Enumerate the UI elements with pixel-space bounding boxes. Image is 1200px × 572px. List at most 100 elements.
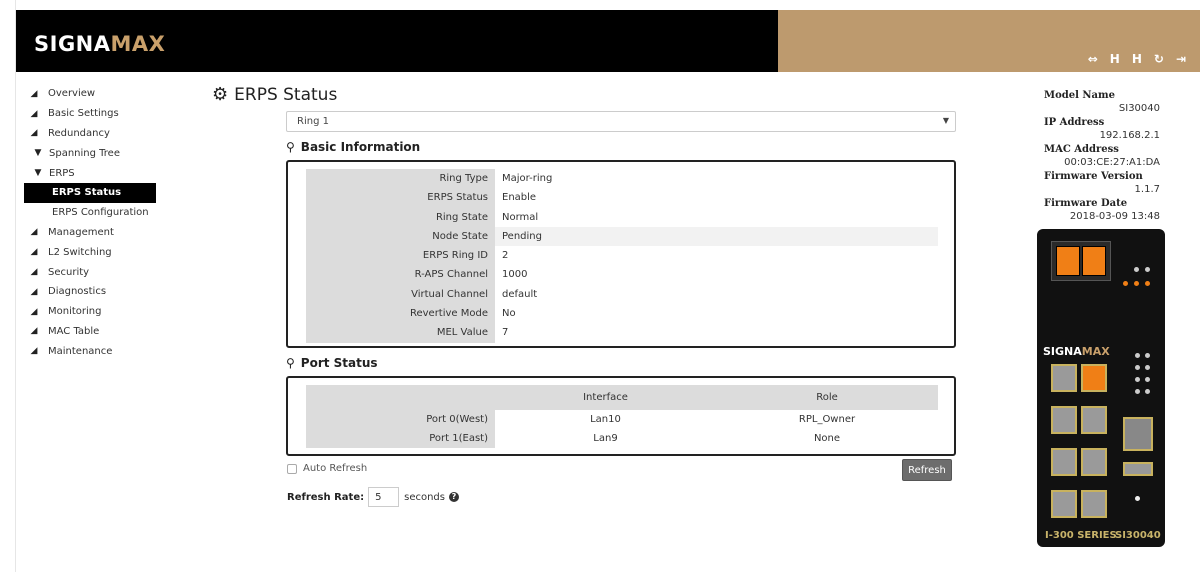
device-model: SI30040 [1115, 530, 1161, 541]
sfp-bay [1051, 241, 1111, 281]
led-indicator [1134, 267, 1139, 272]
arrow-icon: ◢ [30, 306, 38, 317]
port-status-table: Interface Role Port 0(West) Lan10 RPL_Ow… [306, 385, 938, 448]
led-indicator [1145, 267, 1150, 272]
ethernet-port[interactable] [1051, 448, 1077, 476]
sidebar-item-redundancy[interactable]: ◢ Redundancy [24, 124, 156, 144]
refresh-icon[interactable]: ↻ [1154, 52, 1164, 66]
table-row: MEL Value 7 [306, 323, 938, 343]
header: SIGNAMAX ⇔ H H ↻ ⇥ [16, 10, 1200, 72]
device-image: SIGNAMAX I-300 SERIES SI30040 [1037, 229, 1165, 547]
toolbar: ⇔ H H ↻ ⇥ [1088, 52, 1186, 66]
led-indicator [1145, 365, 1150, 370]
sidebar: ◢ Overview ◢ Basic Settings ◢ Redundancy ▼ S… [24, 84, 156, 361]
ethernet-port[interactable] [1081, 364, 1107, 392]
sidebar-item-erps-status[interactable]: ERPS Status [24, 182, 156, 203]
basic-info-table: Ring Type Major-ring ERPS Status Enable Ri… [306, 169, 938, 343]
table-row: ERPS Status Enable [306, 188, 938, 208]
table-row: Port 1(East) Lan9 None [306, 429, 938, 448]
left-frame [0, 0, 16, 572]
refresh-rate: Refresh Rate: 5 seconds ? [287, 487, 459, 507]
map-marker-icon: ⚲ [286, 356, 295, 370]
device-series: I-300 SERIES [1045, 530, 1117, 541]
arrow-icon: ◢ [30, 227, 38, 238]
table-row: Ring Type Major-ring [306, 169, 938, 189]
led-indicator [1135, 377, 1140, 382]
arrow-icon: ◢ [30, 128, 38, 139]
arrow-icon: ◢ [30, 326, 38, 337]
sfp-port[interactable] [1082, 246, 1106, 276]
ethernet-port[interactable] [1081, 490, 1107, 518]
sidebar-item-monitoring[interactable]: ◢ Monitoring [24, 302, 156, 322]
sidebar-item-management[interactable]: ◢ Management [24, 223, 156, 243]
led-indicator [1123, 281, 1128, 286]
sidebar-item-overview[interactable]: ◢ Overview [24, 84, 156, 104]
link-icon[interactable]: ⇔ [1088, 52, 1098, 66]
table-row: Port 0(West) Lan10 RPL_Owner [306, 410, 938, 429]
map-marker-icon: ⚲ [286, 140, 295, 154]
basic-info-panel: Ring Type Major-ring ERPS Status Enable Ri… [286, 160, 956, 348]
auto-refresh: Auto Refresh [287, 463, 367, 474]
refresh-button[interactable]: Refresh [902, 459, 952, 481]
usb-port[interactable] [1123, 462, 1153, 476]
arrow-icon: ◢ [30, 346, 38, 357]
save-icon[interactable]: H [1110, 52, 1120, 66]
ethernet-port[interactable] [1051, 490, 1077, 518]
arrow-icon: ◢ [30, 108, 38, 119]
port-status-panel: Interface Role Port 0(West) Lan10 RPL_Ow… [286, 376, 956, 456]
led-indicator [1135, 365, 1140, 370]
sidebar-item-security[interactable]: ◢ Security [24, 262, 156, 282]
led-indicator [1135, 353, 1140, 358]
sidebar-item-l2-switching[interactable]: ◢ L2 Switching [24, 242, 156, 262]
sidebar-item-erps-configuration[interactable]: ERPS Configuration [24, 203, 156, 223]
led-indicator [1145, 389, 1150, 394]
led-indicator [1145, 377, 1150, 382]
sfp-port[interactable] [1056, 246, 1080, 276]
led-indicator [1145, 281, 1150, 286]
sidebar-item-basic-settings[interactable]: ◢ Basic Settings [24, 104, 156, 124]
gear-icon: ⚙ [212, 84, 229, 105]
save-all-icon[interactable]: H [1132, 52, 1142, 66]
sidebar-item-diagnostics[interactable]: ◢ Diagnostics [24, 282, 156, 302]
basic-info-heading: ⚲ Basic Information [286, 140, 421, 154]
ethernet-port[interactable] [1051, 364, 1077, 392]
table-row: R-APS Channel 1000 [306, 265, 938, 285]
arrow-icon: ◢ [30, 267, 38, 278]
ring-select[interactable]: Ring 1 ▼ [286, 111, 956, 132]
led-indicator [1145, 353, 1150, 358]
sidebar-item-erps[interactable]: ▼ ERPS [24, 163, 156, 183]
table-row: ERPS Ring ID 2 [306, 246, 938, 266]
port-status-heading: ⚲ Port Status [286, 356, 378, 370]
ethernet-port[interactable] [1081, 406, 1107, 434]
device-brand: SIGNAMAX [1043, 345, 1110, 358]
sidebar-item-spanning-tree[interactable]: ▼ Spanning Tree [24, 143, 156, 163]
table-row: Node State Pending [306, 226, 938, 247]
table-row: Revertive Mode No [306, 304, 938, 324]
chevron-down-icon: ▼ [34, 148, 42, 159]
console-port[interactable] [1123, 417, 1153, 451]
help-icon[interactable]: ? [448, 492, 459, 502]
device-info-panel: Model Name SI30040 IP Address 192.168.2.… [1044, 90, 1160, 222]
led-indicator [1134, 281, 1139, 286]
arrow-icon: ◢ [30, 286, 38, 297]
refresh-rate-input[interactable]: 5 [368, 487, 400, 507]
arrow-icon: ◢ [30, 247, 38, 258]
arrow-icon: ◢ [30, 88, 38, 99]
chevron-down-icon: ▼ [942, 116, 949, 125]
led-indicator [1135, 389, 1140, 394]
header-toolbar-area: ⇔ H H ↻ ⇥ [778, 10, 1200, 72]
reset-button[interactable] [1135, 496, 1140, 501]
sidebar-item-maintenance[interactable]: ◢ Maintenance [24, 341, 156, 361]
chevron-down-icon: ▼ [34, 168, 42, 179]
sidebar-item-mac-table[interactable]: ◢ MAC Table [24, 322, 156, 342]
page-title-row: ⚙ ERPS Status [212, 84, 337, 105]
auto-refresh-checkbox[interactable] [287, 463, 297, 474]
ethernet-port[interactable] [1051, 406, 1077, 434]
ethernet-port[interactable] [1081, 448, 1107, 476]
table-header: Interface Role [306, 385, 938, 410]
logo: SIGNAMAX [34, 32, 166, 56]
logout-icon[interactable]: ⇥ [1176, 52, 1186, 66]
page-title: ERPS Status [234, 84, 338, 105]
table-row: Virtual Channel default [306, 284, 938, 305]
header-brand-area: SIGNAMAX [16, 10, 778, 72]
